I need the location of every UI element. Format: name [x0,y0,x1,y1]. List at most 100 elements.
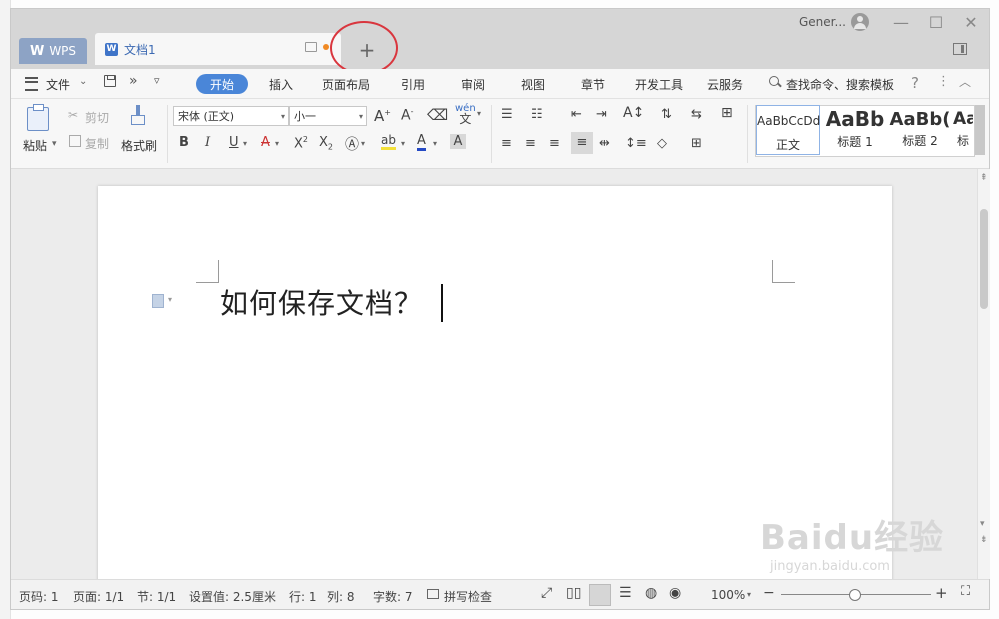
status-setting[interactable]: 设置值: 2.5厘米 [189,588,276,605]
char-shading-icon[interactable]: A [450,134,466,149]
prev-page-icon[interactable]: ⇞ [980,173,988,183]
shrink-font-icon[interactable]: A- [401,107,413,124]
align-center-icon[interactable]: ≡ [525,136,536,151]
next-page-icon[interactable]: ⇟ [980,535,988,545]
highlight-icon[interactable]: ab [381,133,396,150]
web-view-icon[interactable]: ◍ [645,585,657,601]
command-search[interactable]: 查找命令、搜索模板 [786,76,894,93]
hamburger-icon[interactable] [25,77,38,91]
align-left-icon[interactable]: ≡ [501,136,512,151]
tab-developer[interactable]: 开发工具 [635,76,683,93]
vertical-scrollbar[interactable]: ⇞ ▾ ⇟ [977,169,990,579]
pinyin-guide-icon[interactable]: wén 文 [455,104,476,126]
tab-document[interactable]: W 文档1 [95,33,341,65]
tab-insert[interactable]: 插入 [269,76,293,93]
subscript-icon[interactable]: X2 [319,135,333,152]
line-spacing-icon[interactable]: ↕≡ [625,136,647,151]
status-page-number[interactable]: 页码: 1 [19,588,59,605]
table-borders-icon[interactable]: ⊞ [721,105,733,121]
zoom-level[interactable]: 100% [711,588,745,602]
paragraph-handle-icon[interactable] [152,294,164,308]
zoom-slider-thumb[interactable] [849,589,861,601]
sidebar-toggle-icon[interactable] [953,43,967,55]
status-column[interactable]: 列: 8 [327,588,355,605]
underline-icon[interactable]: U [229,135,239,150]
tab-review[interactable]: 审阅 [461,76,485,93]
numbered-list-icon[interactable]: ☷ [531,107,543,122]
borders-icon[interactable]: ⊞ [691,136,702,151]
style-normal[interactable]: AaBbCcDd 正文 [756,105,820,155]
status-pages[interactable]: 页面: 1/1 [73,588,124,605]
chevron-down-icon[interactable]: ▾ [361,139,365,148]
page-view-icon[interactable] [589,584,611,606]
styles-scroll[interactable] [975,105,985,155]
style-heading-2[interactable]: AaBb( 标题 2 [887,105,953,155]
style-heading-3[interactable]: Aa 标 [953,105,973,155]
chevron-down-icon[interactable]: ▾ [168,295,172,304]
eye-protection-icon[interactable]: ◉ [669,585,681,601]
user-name[interactable]: Gener... [799,15,846,29]
quick-access-dropdown-icon[interactable]: ▿ [154,74,160,87]
justify-icon[interactable]: ≡ [571,132,593,154]
monitor-icon[interactable] [305,42,317,52]
font-size-select[interactable]: 小一 ▾ [289,106,367,126]
paste-dropdown-icon[interactable]: ▾ [52,139,57,149]
distributed-icon[interactable]: ⇹ [599,136,610,151]
status-word-count[interactable]: 字数: 7 [373,588,413,605]
outline-view-icon[interactable]: ☰ [619,585,632,601]
style-heading-1[interactable]: AaBb 标题 1 [822,105,888,155]
show-marks-icon[interactable]: ⇆ [691,107,702,122]
align-right-icon[interactable]: ≡ [549,136,560,151]
tab-references[interactable]: 引用 [401,76,425,93]
fullscreen-icon[interactable]: ⤢ [541,585,552,601]
shading-icon[interactable]: ◇ [657,136,667,151]
sort-icon[interactable]: ⇅ [661,107,672,122]
font-color-icon[interactable]: A [417,133,426,151]
format-painter-icon[interactable] [131,105,145,127]
chevron-down-icon[interactable]: ▾ [401,139,405,148]
tab-cloud[interactable]: 云服务 [707,76,743,93]
spellcheck-icon[interactable] [427,589,439,599]
maximize-icon[interactable]: ☐ [924,13,948,32]
text-effect-icon[interactable]: Ⓐ [345,134,359,154]
reading-view-icon[interactable]: ▯▯ [566,585,581,601]
chevron-down-icon[interactable]: ⌄ [79,76,87,87]
help-icon[interactable]: ? [911,74,919,92]
format-painter-button[interactable]: 格式刷 [121,137,157,154]
grow-font-icon[interactable]: A+ [374,107,391,125]
close-icon[interactable]: ✕ [959,13,983,32]
chevron-down-icon[interactable]: ▾ [747,590,751,599]
chevron-down-icon[interactable]: ▾ [243,139,247,148]
chevron-down-icon[interactable]: ▾ [275,139,279,148]
chevron-down-icon[interactable]: ▾ [477,109,481,118]
cut-button[interactable]: 剪切 [85,109,109,126]
tab-home[interactable]: 开始 [196,74,248,94]
search-icon[interactable] [769,76,782,88]
spellcheck-button[interactable]: 拼写检查 [444,588,492,605]
tab-view[interactable]: 视图 [521,76,545,93]
paste-button[interactable]: 粘贴 [23,137,47,154]
superscript-icon[interactable]: X2 [294,135,308,151]
scroll-down-icon[interactable]: ▾ [980,519,985,529]
paste-icon[interactable] [27,104,49,131]
tab-wps-home[interactable]: W WPS [19,38,87,64]
font-name-select[interactable]: 宋体 (正文) ▾ [173,106,289,126]
increase-indent-icon[interactable]: ⇥ [596,107,607,122]
status-section[interactable]: 节: 1/1 [137,588,176,605]
clear-format-icon[interactable]: ⌫ [427,106,448,124]
minimize-icon[interactable]: — [889,13,913,32]
file-menu[interactable]: 文件 [46,76,70,93]
decrease-indent-icon[interactable]: ⇤ [571,107,582,122]
scrollbar-thumb[interactable] [980,209,988,309]
strikethrough-icon[interactable]: A [261,135,270,150]
status-row[interactable]: 行: 1 [289,588,317,605]
chevron-down-icon[interactable]: ▾ [433,139,437,148]
copy-button[interactable]: 复制 [85,135,109,152]
more-options-icon[interactable]: ⋮ [937,74,950,89]
tab-page-layout[interactable]: 页面布局 [322,76,370,93]
tab-chapter[interactable]: 章节 [581,76,605,93]
collapse-ribbon-icon[interactable]: ︿ [959,73,971,90]
user-avatar-icon[interactable] [851,13,869,31]
text-direction-icon[interactable]: A↕ [623,105,644,121]
document-text[interactable]: 如何保存文档？ [220,282,423,322]
